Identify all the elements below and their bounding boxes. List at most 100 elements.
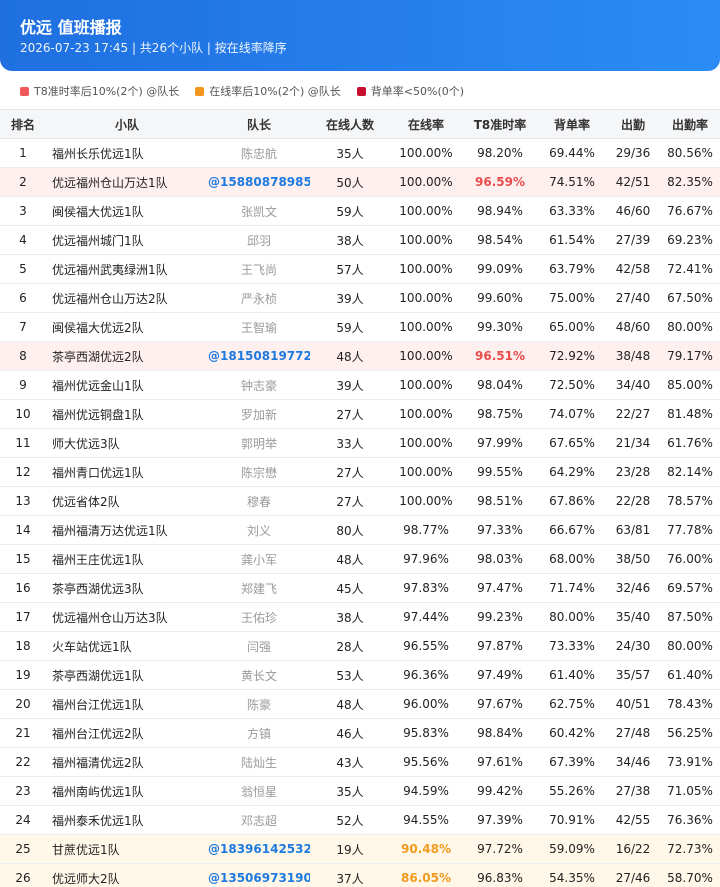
online-rate-cell: 100.00%	[390, 428, 462, 458]
table-row: 1 福州长乐优远1队 陈忠航 35人 100.00% 98.20% 69.44% 29/36 8…	[0, 138, 720, 168]
legend-label-online: 在线率后10%(2个) @队长	[209, 85, 341, 98]
online-count-cell: 57人	[310, 254, 390, 284]
attendance-rate-cell: 78.43%	[660, 689, 720, 719]
back-rate-cell: 63.33%	[538, 196, 606, 226]
rank-cell: 20	[0, 689, 46, 719]
back-rate-cell: 73.33%	[538, 631, 606, 661]
team-cell: 师大优远3队	[46, 428, 208, 458]
online-rate-cell: 97.44%	[390, 602, 462, 632]
attendance-cell: 42/58	[606, 254, 660, 284]
online-rate-cell: 100.00%	[390, 196, 462, 226]
attendance-cell: 42/55	[606, 805, 660, 835]
attendance-rate-cell: 76.67%	[660, 196, 720, 226]
table-row: 16 茶亭西湖优远3队 郑建飞 45人 97.83% 97.47% 71.74% 32/46 6…	[0, 573, 720, 603]
attendance-rate-cell: 76.36%	[660, 805, 720, 835]
team-cell: 优远福州仓山万达3队	[46, 602, 208, 632]
back-rate-cell: 74.51%	[538, 167, 606, 197]
t8-rate-cell: 96.83%	[462, 863, 538, 887]
attendance-cell: 29/36	[606, 138, 660, 168]
attendance-cell: 16/22	[606, 834, 660, 864]
table-row: 5 优远福州武夷绿洲1队 王飞尚 57人 100.00% 99.09% 63.79% 42/5…	[0, 254, 720, 284]
captain-cell: 邓志超	[208, 805, 310, 835]
attendance-rate-cell: 82.14%	[660, 457, 720, 487]
team-cell: 优远福州仓山万达2队	[46, 283, 208, 313]
online-rate-cell: 100.00%	[390, 399, 462, 429]
table-row: 4 优远福州城门1队 邱羽 38人 100.00% 98.54% 61.54% 27/39 69…	[0, 225, 720, 255]
online-rate-cell: 96.00%	[390, 689, 462, 719]
online-count-header: 在线人数	[310, 109, 390, 139]
rank-cell: 13	[0, 486, 46, 516]
table-row: 8 茶亭西湖优远2队 @18150819772 48人 100.00% 96.51% 72.…	[0, 341, 720, 371]
team-cell: 福州王庄优远1队	[46, 544, 208, 574]
team-cell: 福州台江优远1队	[46, 689, 208, 719]
online-rate-cell: 100.00%	[390, 167, 462, 197]
captain-cell: 闫强	[208, 631, 310, 661]
rank-cell: 19	[0, 660, 46, 690]
t8-rate-cell: 97.99%	[462, 428, 538, 458]
rank-cell: 3	[0, 196, 46, 226]
attendance-rate-cell: 78.57%	[660, 486, 720, 516]
captain-cell: 王飞尚	[208, 254, 310, 284]
legend-swatch-t8	[20, 86, 29, 96]
t8-rate-cell: 98.75%	[462, 399, 538, 429]
online-count-cell: 53人	[310, 660, 390, 690]
online-count-cell: 48人	[310, 544, 390, 574]
online-count-cell: 39人	[310, 370, 390, 400]
attendance-rate-cell: 58.70%	[660, 863, 720, 887]
team-cell: 甘蔗优远1队	[46, 834, 208, 864]
rank-cell: 11	[0, 428, 46, 458]
captain-mention-link[interactable]: @18150819772	[208, 341, 310, 371]
team-cell: 闽侯福大优远1队	[46, 196, 208, 226]
team-cell: 优远福州武夷绿洲1队	[46, 254, 208, 284]
online-rate-cell: 100.00%	[390, 225, 462, 255]
back-rate-cell: 67.86%	[538, 486, 606, 516]
attendance-rate-cell: 56.25%	[660, 718, 720, 748]
captain-cell: 刘义	[208, 515, 310, 545]
back-rate-cell: 74.07%	[538, 399, 606, 429]
online-rate-cell: 100.00%	[390, 341, 462, 371]
team-cell: 火车站优远1队	[46, 631, 208, 661]
rank-cell: 1	[0, 138, 46, 168]
attendance-cell: 23/28	[606, 457, 660, 487]
attendance-cell: 22/28	[606, 486, 660, 516]
captain-cell: 龚小军	[208, 544, 310, 574]
table-row: 25 甘蔗优远1队 @18396142532 19人 90.48% 97.72% 59.09…	[0, 834, 720, 864]
online-rate-cell: 95.83%	[390, 718, 462, 748]
t8-rate-cell: 99.60%	[462, 283, 538, 313]
back-rate-cell: 62.75%	[538, 689, 606, 719]
legend-item-t8: T8准时率后10%(2个) @队长	[20, 83, 179, 99]
online-rate-cell: 100.00%	[390, 370, 462, 400]
attendance-rate-cell: 67.50%	[660, 283, 720, 313]
captain-mention-link[interactable]: @15880878985	[208, 167, 310, 197]
captain-cell: 罗加新	[208, 399, 310, 429]
online-count-cell: 35人	[310, 776, 390, 806]
back-rate-cell: 71.74%	[538, 573, 606, 603]
table-row: 11 师大优远3队 郭明举 33人 100.00% 97.99% 67.65% 21/34 61…	[0, 428, 720, 458]
table-row: 22 福州福清优远2队 陆灿生 43人 95.56% 97.61% 67.39% 34/46 7…	[0, 747, 720, 777]
captain-cell: 穆春	[208, 486, 310, 516]
captain-mention-link[interactable]: @18396142532	[208, 834, 310, 864]
team-cell: 优远省体2队	[46, 486, 208, 516]
rank-cell: 12	[0, 457, 46, 487]
rank-cell: 15	[0, 544, 46, 574]
attendance-cell: 32/46	[606, 573, 660, 603]
table-row: 21 福州台江优远2队 方镇 46人 95.83% 98.84% 60.42% 27/48 56…	[0, 718, 720, 748]
online-count-cell: 39人	[310, 283, 390, 313]
table-row: 26 优远师大2队 @13506973190 37人 86.05% 96.83% 54.35…	[0, 863, 720, 887]
captain-cell: 邱羽	[208, 225, 310, 255]
rank-cell: 18	[0, 631, 46, 661]
header-banner: 优远 值班播报 2026-07-23 17:45 | 共26个小队 | 按在线率…	[0, 0, 720, 71]
attendance-cell: 38/48	[606, 341, 660, 371]
attendance-rate-cell: 69.57%	[660, 573, 720, 603]
table-row: 20 福州台江优远1队 陈豪 48人 96.00% 97.67% 62.75% 40/51 78…	[0, 689, 720, 719]
online-count-cell: 28人	[310, 631, 390, 661]
back-rate-cell: 67.65%	[538, 428, 606, 458]
online-count-cell: 80人	[310, 515, 390, 545]
online-count-cell: 48人	[310, 689, 390, 719]
captain-mention-link[interactable]: @13506973190	[208, 863, 310, 887]
online-rate-cell: 100.00%	[390, 283, 462, 313]
table-row: 9 福州优远金山1队 钟志豪 39人 100.00% 98.04% 72.50% 34/40 8…	[0, 370, 720, 400]
online-rate-cell: 90.48%	[390, 834, 462, 864]
rank-cell: 6	[0, 283, 46, 313]
online-rate-cell: 94.55%	[390, 805, 462, 835]
